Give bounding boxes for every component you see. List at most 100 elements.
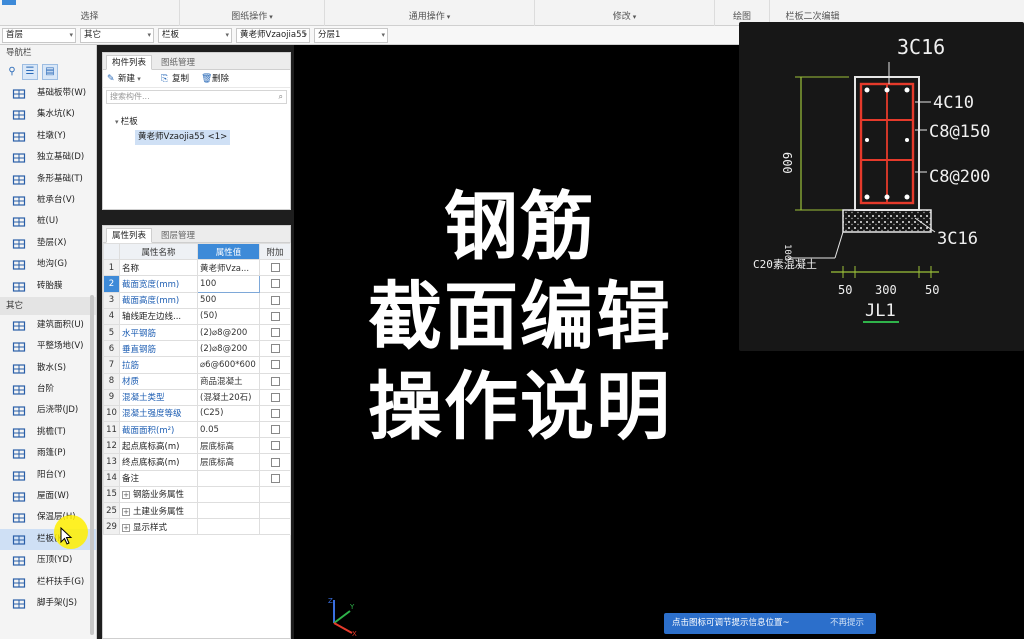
extra-checkbox[interactable]: [270, 425, 280, 435]
new-button[interactable]: ✎ 新建 ▾: [107, 73, 141, 86]
nav-item[interactable]: 地沟(G): [0, 254, 96, 275]
expand-plus-icon[interactable]: +: [122, 507, 130, 516]
extra-checkbox[interactable]: [270, 279, 280, 289]
property-value[interactable]: ⌀6@600*600: [197, 356, 260, 374]
grid-view-icon[interactable]: ▤: [42, 64, 58, 80]
property-row[interactable]: 25 + 土建业务属性: [103, 501, 291, 520]
property-value[interactable]: 层底标高: [197, 453, 260, 471]
extra-checkbox[interactable]: [270, 311, 280, 321]
property-value[interactable]: 商品混凝土: [197, 372, 260, 390]
property-row[interactable]: 13 终点底标高(m) 层底标高: [103, 453, 291, 471]
property-row[interactable]: 29 + 显示样式: [103, 518, 291, 536]
nav-item[interactable]: 基础板带(W): [0, 83, 96, 104]
nav-item[interactable]: 条形基础(T): [0, 169, 96, 190]
extra-checkbox[interactable]: [270, 344, 280, 354]
property-value[interactable]: [197, 485, 260, 504]
type-select[interactable]: 其它 ▾: [80, 28, 154, 43]
property-value[interactable]: (C25): [197, 404, 260, 423]
extra-checkbox[interactable]: [270, 360, 280, 370]
property-row[interactable]: 5 水平钢筋 (2)⌀8@200: [103, 323, 291, 342]
extra-checkbox[interactable]: [270, 263, 280, 273]
nav-item[interactable]: 屋面(W): [0, 486, 96, 507]
property-row[interactable]: 4 轴线距左边线... (50): [103, 307, 291, 325]
tab-drawing-management[interactable]: 图纸管理: [155, 55, 201, 70]
expand-plus-icon[interactable]: +: [122, 491, 130, 500]
extra-checkbox[interactable]: [270, 328, 280, 338]
tab-layer-management[interactable]: 图层管理: [155, 228, 201, 243]
nav-item[interactable]: 桩(U): [0, 211, 96, 232]
property-value[interactable]: 100: [197, 275, 260, 293]
property-value[interactable]: [197, 501, 260, 520]
property-row[interactable]: 3 截面高度(mm) 500: [103, 291, 291, 309]
nav-item[interactable]: 压顶(YD): [0, 550, 96, 571]
property-value[interactable]: [197, 518, 260, 536]
property-value[interactable]: 层底标高: [197, 437, 260, 455]
nav-item[interactable]: 集水坑(K): [0, 104, 96, 125]
property-value[interactable]: (混凝土20石): [197, 388, 260, 406]
extra-checkbox[interactable]: [270, 376, 280, 386]
list-view-icon[interactable]: ☰: [22, 64, 38, 80]
nav-item[interactable]: 建筑面积(U): [0, 315, 96, 336]
property-row[interactable]: 9 混凝土类型 (混凝土20石): [103, 388, 291, 406]
property-row[interactable]: 8 材质 商品混凝土: [103, 372, 291, 390]
nav-item[interactable]: 雨篷(P): [0, 443, 96, 464]
extra-checkbox[interactable]: [270, 295, 280, 305]
row-number: 29: [103, 518, 120, 536]
nav-item[interactable]: 后浇带(JD): [0, 400, 96, 421]
property-value[interactable]: [197, 469, 260, 487]
extra-checkbox[interactable]: [270, 441, 280, 451]
nav-item[interactable]: 砖胎膜: [0, 276, 96, 297]
property-row[interactable]: 12 起点底标高(m) 层底标高: [103, 437, 291, 455]
nav-item[interactable]: 独立基础(D): [0, 147, 96, 168]
nav-item[interactable]: 挑檐(T): [0, 422, 96, 443]
ribbon-group-select[interactable]: 选择: [0, 0, 180, 26]
copy-button[interactable]: ⎘ 复制: [161, 73, 189, 86]
nav-item[interactable]: 散水(S): [0, 358, 96, 379]
property-row[interactable]: 1 名称 黄老师Vza...: [103, 259, 291, 277]
property-value[interactable]: 0.05: [197, 421, 260, 439]
extra-checkbox[interactable]: [270, 457, 280, 467]
pin-icon[interactable]: ⚲: [4, 64, 20, 80]
extra-checkbox[interactable]: [270, 408, 280, 418]
delete-button[interactable]: 🗑删除: [201, 73, 229, 86]
extra-checkbox[interactable]: [270, 473, 280, 483]
floor-select[interactable]: 首层 ▾: [2, 28, 76, 43]
nav-item[interactable]: 垫层(X): [0, 233, 96, 254]
tree-item-selected[interactable]: 黄老师Vzaojia55 <1>: [135, 130, 231, 145]
tab-component-list[interactable]: 构件列表: [106, 55, 153, 70]
dismiss-tip-button[interactable]: 不再提示: [830, 613, 864, 634]
instance-select[interactable]: 黄老师Vzaojia55 ▾: [236, 28, 310, 43]
nav-scrollbar[interactable]: [90, 295, 94, 635]
property-value[interactable]: (2)⌀8@200: [197, 323, 260, 342]
tree-folder-parapet[interactable]: ▾ 栏板: [115, 115, 138, 127]
tab-properties[interactable]: 属性列表: [106, 228, 153, 243]
component-search-input[interactable]: 搜索构件... ⌕: [106, 90, 287, 104]
property-value[interactable]: 500: [197, 291, 260, 309]
property-row[interactable]: 7 拉筋 ⌀6@600*600: [103, 356, 291, 374]
nav-item[interactable]: 桩承台(V): [0, 190, 96, 211]
property-value[interactable]: (50): [197, 307, 260, 325]
ribbon-group-drawing-ops[interactable]: 图纸操作 ▾: [180, 0, 325, 26]
property-value[interactable]: 黄老师Vza...: [197, 259, 260, 277]
nav-item[interactable]: 阳台(Y): [0, 465, 96, 486]
ribbon-group-general-ops[interactable]: 通用操作 ▾: [325, 0, 535, 26]
extra-checkbox[interactable]: [270, 392, 280, 402]
expand-plus-icon[interactable]: +: [122, 523, 130, 532]
nav-item[interactable]: 栏杆扶手(G): [0, 572, 96, 593]
property-row[interactable]: 11 截面面积(m²) 0.05: [103, 421, 291, 439]
nav-item[interactable]: 脚手架(JS): [0, 593, 96, 614]
nav-item[interactable]: 台阶: [0, 379, 96, 400]
nav-item[interactable]: 平整场地(V): [0, 336, 96, 357]
component-select[interactable]: 栏板 ▾: [158, 28, 232, 43]
nav-section-other[interactable]: 其它: [0, 296, 96, 315]
property-row[interactable]: 6 垂直钢筋 (2)⌀8@200: [103, 340, 291, 358]
nav-item[interactable]: 柱墩(Y): [0, 126, 96, 147]
ribbon-group-modify[interactable]: 修改 ▾: [535, 0, 715, 26]
tip-bar[interactable]: 点击图标可调节提示信息位置~ 不再提示: [664, 613, 876, 634]
property-row[interactable]: 10 混凝土强度等级 (C25): [103, 404, 291, 423]
property-row[interactable]: 2 截面宽度(mm) 100: [103, 275, 291, 293]
property-row[interactable]: 15 + 钢筋业务属性: [103, 485, 291, 504]
layer-select[interactable]: 分层1 ▾: [314, 28, 388, 43]
property-value[interactable]: (2)⌀8@200: [197, 340, 260, 358]
property-row[interactable]: 14 备注: [103, 469, 291, 487]
